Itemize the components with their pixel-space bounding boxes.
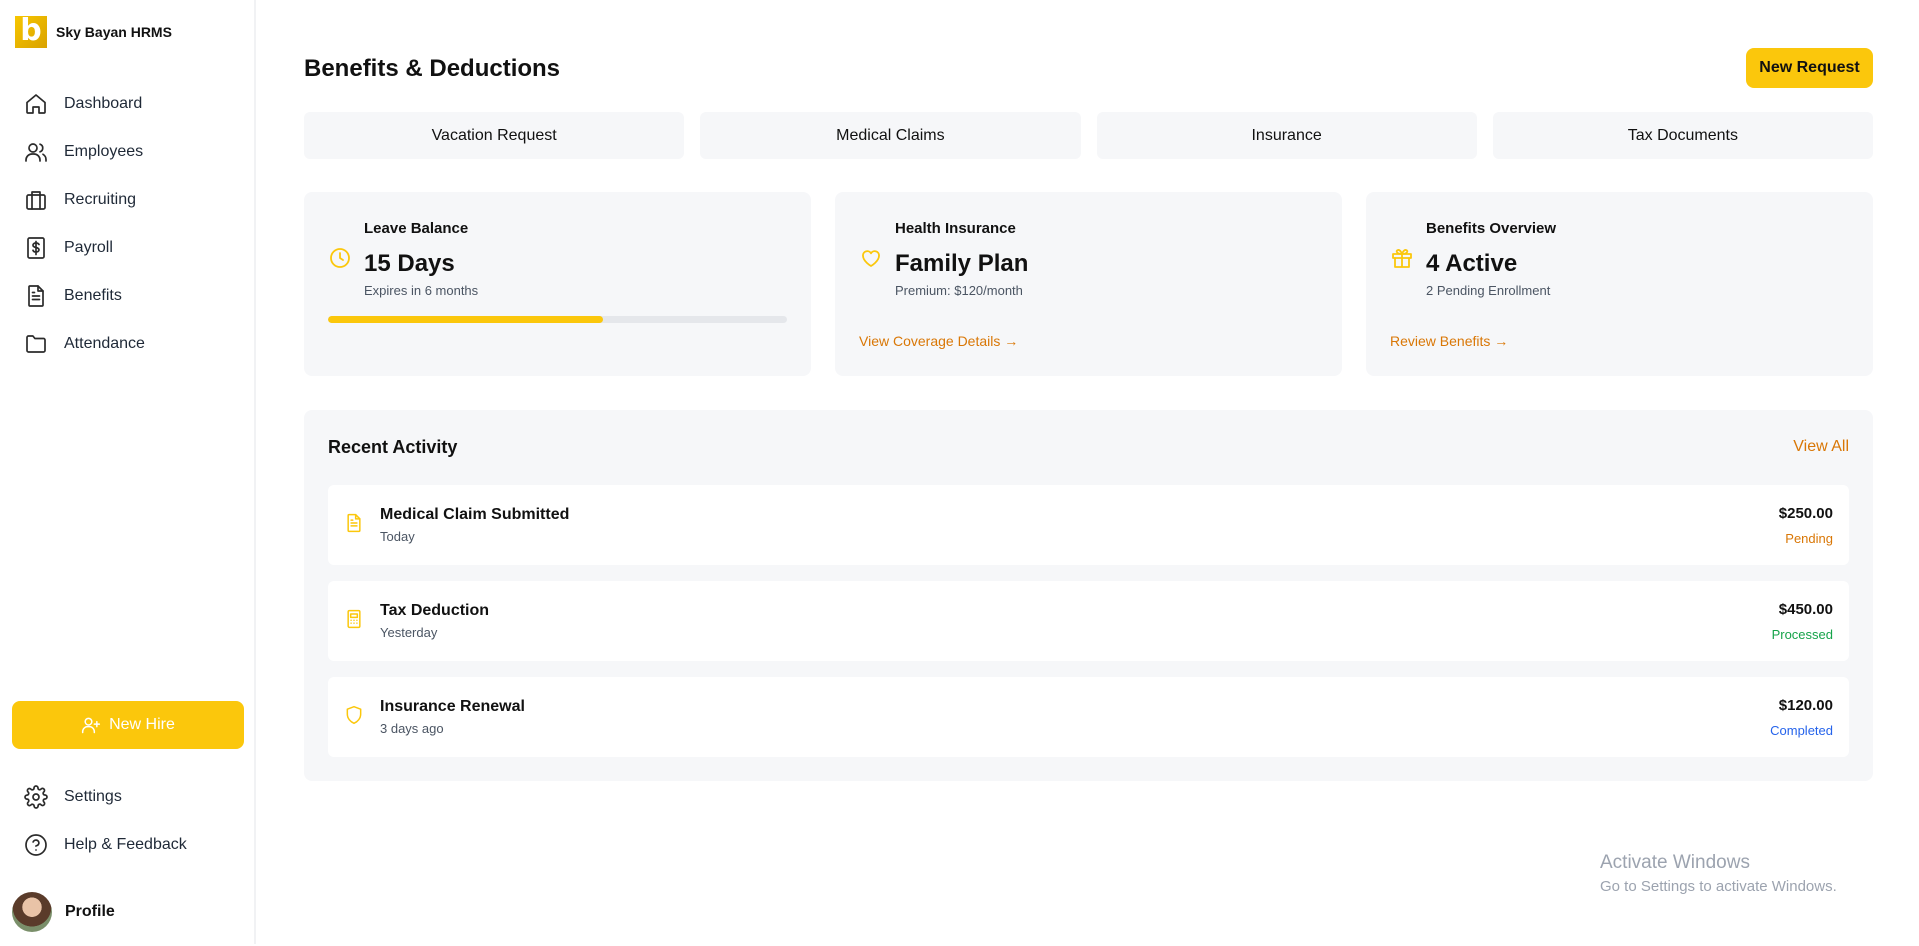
document-icon xyxy=(28,285,44,307)
sidebar-item-label: Help & Feedback xyxy=(64,836,187,853)
gift-icon xyxy=(1390,246,1414,270)
profile-label: Profile xyxy=(65,903,115,920)
activity-title: Tax Deduction xyxy=(380,602,490,619)
status-badge: Pending xyxy=(1785,531,1833,546)
activity-list: Medical Claim Submitted Today $250.00 Pe… xyxy=(328,485,1849,773)
activity-time: Today xyxy=(380,529,415,544)
sidebar: b Sky Bayan HRMS Dashboard Employees Rec… xyxy=(0,0,256,944)
sidebar-item-help[interactable]: Help & Feedback xyxy=(0,821,254,869)
new-hire-button[interactable]: New Hire xyxy=(12,701,244,749)
status-badge: Processed xyxy=(1771,627,1833,642)
card-value: Family Plan xyxy=(895,250,1029,277)
sidebar-item-label: Employees xyxy=(64,143,144,160)
brand-name: Sky Bayan HRMS xyxy=(56,24,172,40)
tab-tax-documents[interactable]: Tax Documents xyxy=(1492,112,1873,159)
sidebar-item-settings[interactable]: Settings xyxy=(0,773,254,821)
activity-amount: $250.00 xyxy=(1778,505,1833,522)
users-icon xyxy=(25,143,47,162)
leave-progress-bar xyxy=(328,316,787,323)
sidebar-item-attendance[interactable]: Attendance xyxy=(0,320,254,368)
sidebar-bottom-nav: Settings Help & Feedback xyxy=(0,773,254,869)
tab-vacation-request[interactable]: Vacation Request xyxy=(304,112,685,159)
sidebar-item-label: Dashboard xyxy=(64,95,143,112)
activity-time: Yesterday xyxy=(380,625,438,640)
new-hire-label: New Hire xyxy=(109,716,175,733)
new-request-button[interactable]: New Request xyxy=(1746,48,1873,88)
card-subtitle: Premium: $120/month xyxy=(895,283,1023,298)
page-title: Benefits & Deductions xyxy=(304,55,561,82)
card-value: 4 Active xyxy=(1426,250,1518,277)
view-all-link[interactable]: View All xyxy=(1793,438,1849,456)
sidebar-item-recruiting[interactable]: Recruiting xyxy=(0,176,254,224)
recent-activity-title: Recent Activity xyxy=(328,437,458,457)
clock-icon xyxy=(328,246,352,270)
activity-amount: $450.00 xyxy=(1778,601,1833,618)
activity-row[interactable]: Medical Claim Submitted Today $250.00 Pe… xyxy=(328,485,1849,565)
sidebar-item-benefits[interactable]: Benefits xyxy=(0,272,254,320)
leave-balance-card: Leave Balance 15 Days Expires in 6 month… xyxy=(304,192,811,376)
watermark-line1: Activate Windows xyxy=(1600,852,1750,873)
gear-icon xyxy=(24,785,48,809)
card-title: Health Insurance xyxy=(895,220,1016,237)
brand[interactable]: b Sky Bayan HRMS xyxy=(15,16,172,48)
benefits-overview-card: Benefits Overview 4 Active 2 Pending Enr… xyxy=(1366,192,1873,376)
activity-time: 3 days ago xyxy=(380,721,444,736)
avatar xyxy=(12,892,52,932)
watermark-line2: Go to Settings to activate Windows. xyxy=(1600,878,1837,895)
review-benefits-link[interactable]: Review Benefits → xyxy=(1390,333,1508,349)
leave-progress-fill xyxy=(328,316,604,323)
sidebar-item-dashboard[interactable]: Dashboard xyxy=(0,80,254,128)
card-title: Benefits Overview xyxy=(1426,220,1557,237)
card-subtitle: Expires in 6 months xyxy=(364,283,479,298)
user-plus-icon xyxy=(82,717,101,734)
home-icon xyxy=(26,94,46,114)
recent-activity-panel: Recent Activity View All Medical Claim S… xyxy=(304,410,1873,781)
activity-row[interactable]: Tax Deduction Yesterday $450.00 Processe… xyxy=(328,581,1849,661)
activity-amount: $120.00 xyxy=(1778,697,1833,714)
sidebar-item-payroll[interactable]: Payroll xyxy=(0,224,254,272)
profile[interactable]: Profile xyxy=(12,892,115,932)
activity-title: Medical Claim Submitted xyxy=(380,506,570,523)
brand-logo: b xyxy=(15,16,47,48)
summary-cards: Leave Balance 15 Days Expires in 6 month… xyxy=(304,192,1873,376)
status-badge: Completed xyxy=(1770,723,1833,738)
tab-medical-claims[interactable]: Medical Claims xyxy=(700,112,1081,159)
sidebar-item-employees[interactable]: Employees xyxy=(0,128,254,176)
sidebar-item-label: Payroll xyxy=(64,239,113,256)
sidebar-item-label: Settings xyxy=(64,788,122,805)
shield-icon xyxy=(344,705,364,725)
sidebar-item-label: Attendance xyxy=(64,335,145,352)
calculator-icon xyxy=(344,609,364,629)
briefcase-icon xyxy=(26,191,46,210)
card-title: Leave Balance xyxy=(364,220,469,237)
tabs: Vacation Request Medical Claims Insuranc… xyxy=(304,112,1873,159)
activity-title: Insurance Renewal xyxy=(380,698,525,715)
activity-row[interactable]: Insurance Renewal 3 days ago $120.00 Com… xyxy=(328,677,1849,757)
help-icon xyxy=(25,834,47,856)
dollar-doc-icon xyxy=(27,237,45,259)
card-value: 15 Days xyxy=(364,250,455,277)
document-icon xyxy=(344,513,364,533)
heart-icon xyxy=(859,246,883,270)
card-subtitle: 2 Pending Enrollment xyxy=(1426,283,1551,298)
sidebar-item-label: Recruiting xyxy=(64,191,137,208)
tab-insurance[interactable]: Insurance xyxy=(1096,112,1477,159)
windows-activation-watermark: Activate Windows Go to Settings to activ… xyxy=(1600,852,1837,895)
folder-icon xyxy=(26,335,46,353)
view-coverage-link[interactable]: View Coverage Details → xyxy=(859,333,1018,349)
health-insurance-card: Health Insurance Family Plan Premium: $1… xyxy=(835,192,1342,376)
sidebar-item-label: Benefits xyxy=(64,287,122,304)
sidebar-nav: Dashboard Employees Recruiting Payroll B… xyxy=(0,80,254,368)
